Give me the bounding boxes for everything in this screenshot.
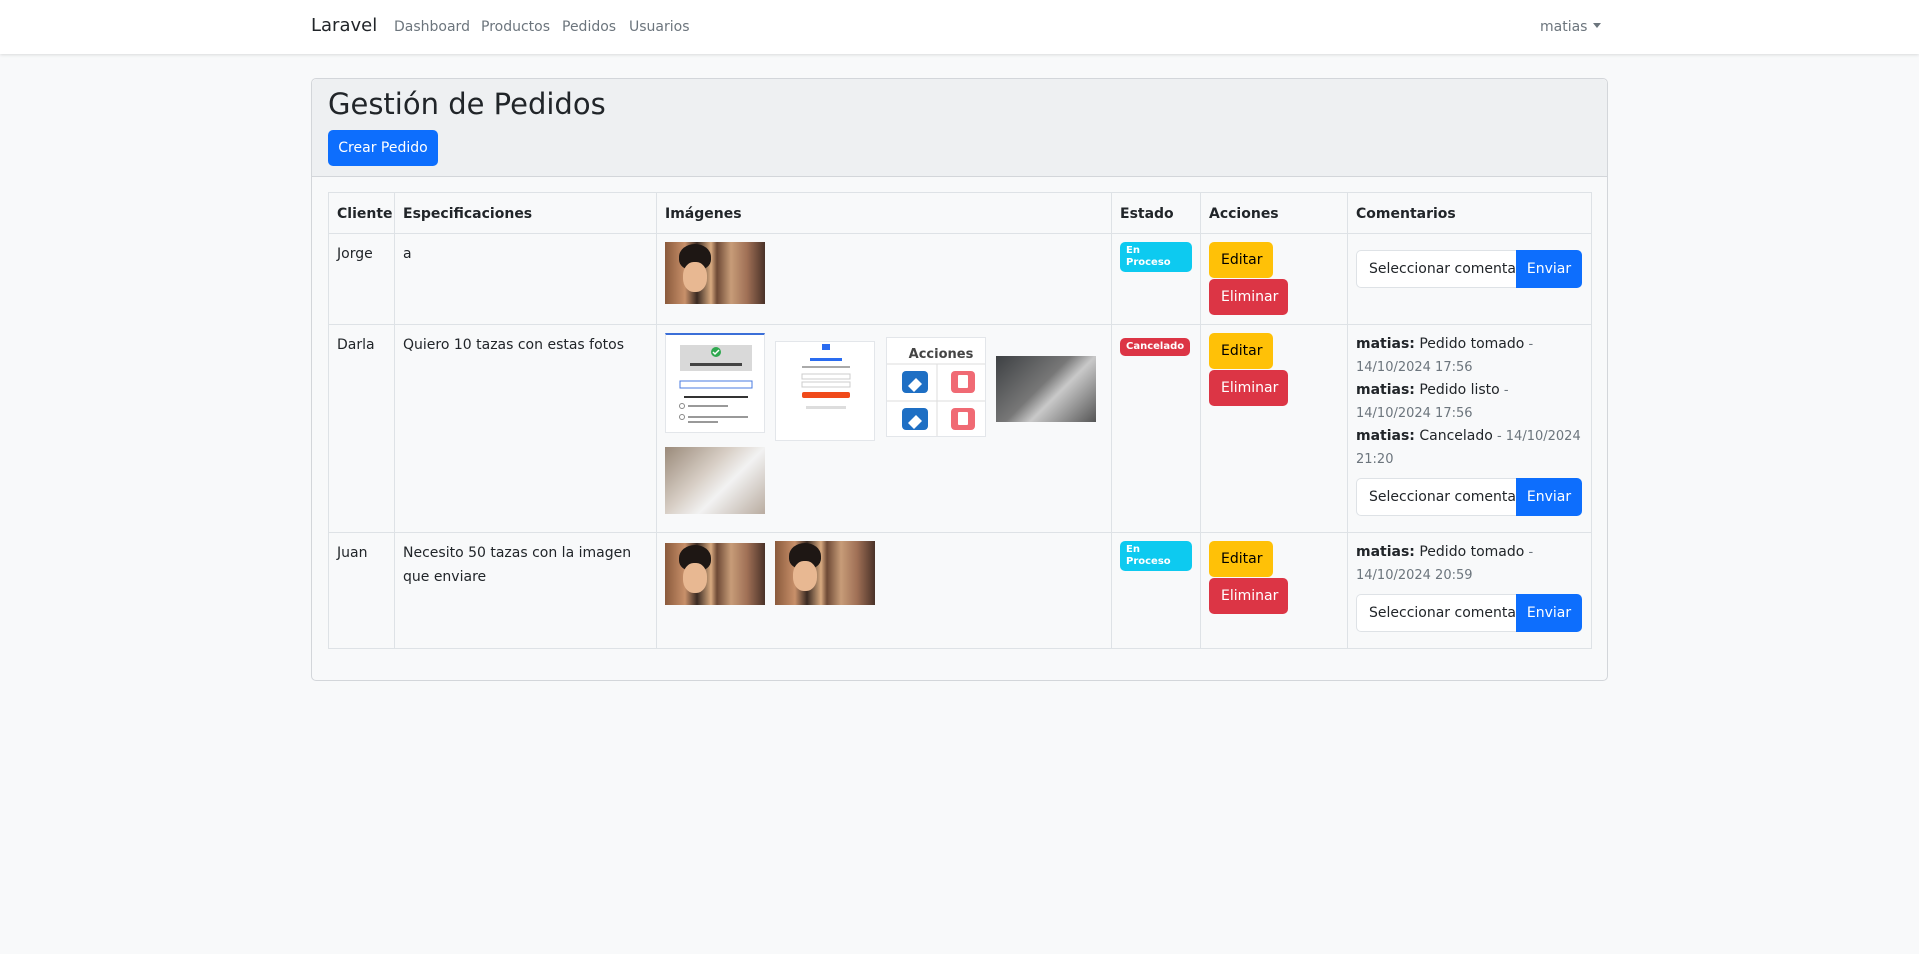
header-comentarios: Comentarios bbox=[1347, 192, 1592, 234]
edit-button[interactable]: Editar bbox=[1209, 242, 1273, 278]
user-name: matias bbox=[1540, 19, 1588, 35]
actions-cell: Editar Eliminar bbox=[1200, 532, 1348, 649]
comment-text: Pedido listo bbox=[1414, 382, 1500, 398]
card-header: Gestión de Pedidos Crear Pedido bbox=[312, 79, 1607, 177]
comment-text: Pedido tomado bbox=[1414, 336, 1525, 352]
clinic-photo-thumbnail[interactable] bbox=[996, 356, 1097, 422]
comment-text: Cancelado bbox=[1414, 428, 1493, 444]
nav-link-productos[interactable]: Productos bbox=[481, 19, 550, 35]
comments-cell: matias: Pedido tomado - 14/10/2024 17:56… bbox=[1347, 324, 1592, 533]
header-imagenes: Imágenes bbox=[656, 192, 1112, 234]
status-badge: En Proceso bbox=[1120, 242, 1192, 272]
header-especificaciones: Especificaciones bbox=[394, 192, 657, 234]
comment-entry: matias: Cancelado - 14/10/2024 21:20 bbox=[1356, 425, 1583, 471]
images-cell bbox=[656, 532, 1112, 649]
images-cell bbox=[656, 233, 1112, 325]
comment-select[interactable]: Seleccionar comenta bbox=[1356, 478, 1516, 516]
status-badge: En Proceso bbox=[1120, 541, 1192, 571]
actions-screenshot-thumbnail[interactable]: Acciones bbox=[885, 337, 986, 437]
send-comment-button[interactable]: Enviar bbox=[1516, 250, 1582, 288]
edit-button[interactable]: Editar bbox=[1209, 541, 1273, 577]
user-dropdown[interactable]: matias bbox=[1540, 19, 1602, 35]
delete-button[interactable]: Eliminar bbox=[1209, 279, 1288, 315]
actions-cell: Editar Eliminar bbox=[1200, 233, 1348, 325]
comment-select[interactable]: Seleccionar comenta bbox=[1356, 250, 1516, 288]
specs-cell: Necesito 50 tazas con la imagen que envi… bbox=[394, 532, 657, 649]
comment-form: Seleccionar comenta Enviar bbox=[1356, 594, 1583, 632]
comment-entry: matias: Pedido tomado - 14/10/2024 17:56 bbox=[1356, 333, 1583, 379]
payment-screenshot-thumbnail[interactable] bbox=[665, 333, 765, 433]
client-cell: Juan bbox=[328, 532, 395, 649]
header-acciones: Acciones bbox=[1200, 192, 1348, 234]
comment-author: matias: bbox=[1356, 382, 1415, 398]
nav-link-dashboard[interactable]: Dashboard bbox=[394, 19, 470, 35]
payment-screenshot-icon bbox=[679, 345, 753, 423]
table-row: Darla Quiero 10 tazas con estas fotos Ac… bbox=[328, 324, 1592, 533]
send-comment-button[interactable]: Enviar bbox=[1516, 478, 1582, 516]
header-cliente: Cliente bbox=[328, 192, 395, 234]
portrait-thumbnail[interactable] bbox=[775, 541, 876, 605]
actions-icons-icon: Acciones bbox=[886, 347, 985, 436]
comment-entry: matias: Pedido tomado - 14/10/2024 20:59 bbox=[1356, 541, 1583, 587]
comments-cell: matias: Pedido tomado - 14/10/2024 20:59… bbox=[1347, 532, 1592, 649]
orders-table: Cliente Especificaciones Imágenes Estado… bbox=[328, 192, 1592, 649]
chevron-down-icon bbox=[1593, 23, 1602, 28]
comments-cell: Seleccionar comenta Enviar bbox=[1347, 233, 1592, 325]
table-header-row: Cliente Especificaciones Imágenes Estado… bbox=[328, 192, 1592, 234]
send-comment-button[interactable]: Enviar bbox=[1516, 594, 1582, 632]
clinic-photo-thumbnail-2[interactable] bbox=[665, 447, 765, 514]
specs-cell: a bbox=[394, 233, 657, 325]
portrait-thumbnail[interactable] bbox=[665, 543, 765, 605]
create-order-button[interactable]: Crear Pedido bbox=[328, 130, 438, 166]
images-cell: Acciones bbox=[656, 324, 1112, 533]
orders-card: Gestión de Pedidos Crear Pedido Cliente … bbox=[311, 78, 1608, 681]
portrait-thumbnail[interactable] bbox=[665, 242, 765, 304]
status-cell: Cancelado bbox=[1111, 324, 1201, 533]
delete-button[interactable]: Eliminar bbox=[1209, 370, 1288, 406]
table-row: Juan Necesito 50 tazas con la imagen que… bbox=[328, 532, 1592, 649]
nav-link-pedidos[interactable]: Pedidos bbox=[562, 19, 616, 35]
comment-entry: matias: Pedido listo - 14/10/2024 17:56 bbox=[1356, 379, 1583, 425]
comment-select[interactable]: Seleccionar comenta bbox=[1356, 594, 1516, 632]
edit-button[interactable]: Editar bbox=[1209, 333, 1273, 369]
comment-author: matias: bbox=[1356, 428, 1415, 444]
client-cell: Darla bbox=[328, 324, 395, 533]
page-title: Gestión de Pedidos bbox=[328, 87, 606, 121]
specs-cell: Quiero 10 tazas con estas fotos bbox=[394, 324, 657, 533]
actions-cell: Editar Eliminar bbox=[1200, 324, 1348, 533]
header-estado: Estado bbox=[1111, 192, 1201, 234]
status-badge: Cancelado bbox=[1120, 338, 1191, 356]
payment-form-screenshot-thumbnail[interactable] bbox=[775, 341, 876, 441]
status-cell: En Proceso bbox=[1111, 532, 1201, 649]
status-cell: En Proceso bbox=[1111, 233, 1201, 325]
client-cell: Jorge bbox=[328, 233, 395, 325]
payment-form-icon bbox=[801, 344, 851, 409]
delete-button[interactable]: Eliminar bbox=[1209, 578, 1288, 614]
comment-author: matias: bbox=[1356, 544, 1415, 560]
comment-author: matias: bbox=[1356, 336, 1415, 352]
actions-screenshot-title: Acciones bbox=[909, 347, 974, 362]
comment-form: Seleccionar comenta Enviar bbox=[1356, 478, 1583, 516]
comment-text: Pedido tomado bbox=[1414, 544, 1525, 560]
brand-link[interactable]: Laravel bbox=[311, 15, 377, 36]
comment-form: Seleccionar comenta Enviar bbox=[1356, 250, 1583, 288]
table-row: Jorge a En Proceso Editar Eliminar Selec… bbox=[328, 233, 1592, 325]
top-navbar: Laravel Dashboard Productos Pedidos Usua… bbox=[0, 0, 1919, 54]
nav-link-usuarios[interactable]: Usuarios bbox=[629, 19, 690, 35]
